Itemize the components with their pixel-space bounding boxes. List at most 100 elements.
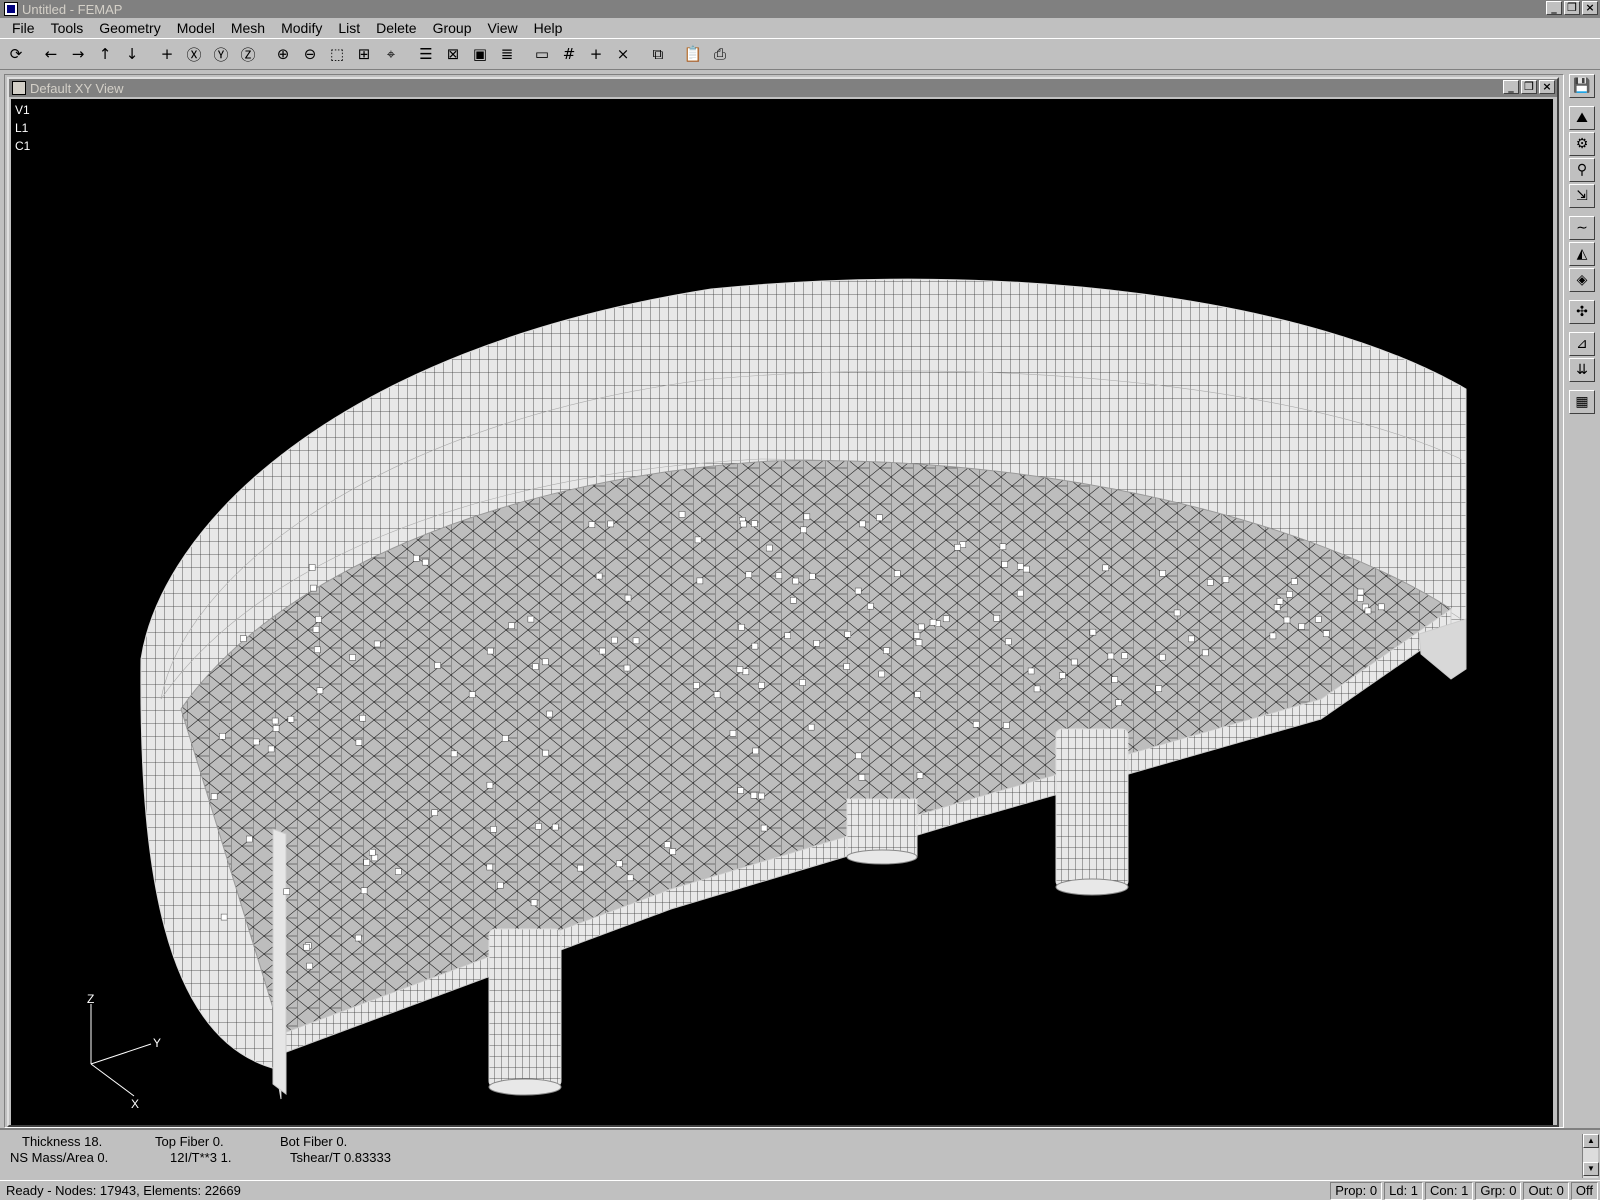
node-marker: [349, 654, 356, 661]
fe-model-render: Z Y X: [87, 278, 1467, 1111]
center-target-icon[interactable]: ⌖: [379, 42, 403, 66]
menu-delete[interactable]: Delete: [368, 20, 424, 36]
function-tool-icon[interactable]: ∼: [1569, 216, 1595, 240]
output-tool-icon[interactable]: ▦: [1569, 390, 1595, 414]
minimize-button[interactable]: _: [1546, 1, 1562, 15]
view-window-icon[interactable]: [12, 81, 26, 95]
hidden-line-icon[interactable]: ⊠: [441, 42, 465, 66]
node-marker: [497, 881, 504, 889]
toolbar-separator: [673, 42, 681, 66]
rotate-y-icon[interactable]: Ⓨ: [209, 42, 233, 66]
save-icon[interactable]: 💾: [1569, 74, 1595, 98]
zoom-out-icon[interactable]: ⊖: [298, 42, 322, 66]
pan-down-icon[interactable]: ↓: [120, 42, 144, 66]
node-marker: [918, 623, 925, 631]
node-marker: [359, 714, 366, 722]
print-icon[interactable]: ⎙: [708, 42, 732, 66]
thickness-value: Thickness 18.: [22, 1134, 103, 1149]
status-constraint[interactable]: Con: 1: [1425, 1181, 1474, 1200]
geometry-tool-icon[interactable]: ⛰: [1569, 106, 1595, 130]
load-tool-icon[interactable]: ⇲: [1569, 184, 1595, 208]
zoom-in-icon[interactable]: ⊕: [271, 42, 295, 66]
menu-list[interactable]: List: [330, 20, 368, 36]
new-view-icon[interactable]: ▭: [530, 42, 554, 66]
view-info-load: L1: [15, 121, 29, 135]
node-marker: [858, 774, 866, 781]
rotate-z-icon[interactable]: Ⓩ: [236, 42, 260, 66]
node-marker: [1005, 638, 1012, 646]
view-title-bar[interactable]: Default XY View _ ❐ ×: [9, 79, 1557, 97]
menu-group[interactable]: Group: [425, 20, 480, 36]
view-close-button[interactable]: ×: [1539, 80, 1555, 94]
node-marker: [210, 793, 218, 800]
node-marker: [1202, 649, 1209, 657]
node-marker: [306, 962, 313, 970]
node-marker: [1207, 579, 1214, 586]
node-marker: [246, 835, 253, 843]
status-load[interactable]: Ld: 1: [1384, 1181, 1424, 1200]
view-info-overlay: V1 L1 C1: [15, 101, 30, 155]
node-marker: [745, 571, 753, 578]
node-marker: [624, 594, 632, 602]
rotate-view-icon[interactable]: ⟳: [4, 42, 28, 66]
layers-icon[interactable]: ≣: [495, 42, 519, 66]
menu-model[interactable]: Model: [169, 20, 223, 36]
femap-app-icon[interactable]: [4, 2, 18, 16]
surface-tool-icon[interactable]: ◭: [1569, 242, 1595, 266]
menu-tools[interactable]: Tools: [43, 20, 92, 36]
zoom-window-icon[interactable]: ⬚: [325, 42, 349, 66]
graphics-canvas[interactable]: Z Y X V1 L1 C1: [11, 99, 1553, 1125]
element-tool-icon[interactable]: ✣: [1569, 300, 1595, 324]
copy-picture-icon[interactable]: ⧉: [646, 42, 670, 66]
pan-right-icon[interactable]: →: [66, 42, 90, 66]
node-marker: [501, 735, 509, 742]
node-marker: [611, 636, 618, 644]
autoscale-icon[interactable]: ⊞: [352, 42, 376, 66]
solid-tool-icon[interactable]: ◈: [1569, 268, 1595, 292]
status-prop[interactable]: Prop: 0: [1330, 1181, 1383, 1200]
scroll-track[interactable]: [1583, 1148, 1598, 1162]
boundary-tool-icon[interactable]: ⇊: [1569, 358, 1595, 382]
node-marker: [843, 663, 850, 670]
close-button[interactable]: ×: [1582, 1, 1598, 15]
menu-modify[interactable]: Modify: [273, 20, 330, 36]
menu-view[interactable]: View: [480, 20, 526, 36]
status-off[interactable]: Off: [1570, 1181, 1598, 1200]
restore-button[interactable]: ❐: [1564, 1, 1580, 15]
node-marker: [267, 745, 275, 753]
node-marker: [1364, 607, 1372, 615]
pan-left-icon[interactable]: ←: [39, 42, 63, 66]
tshear-value: Tshear/T 0.83333: [290, 1150, 391, 1165]
node-marker: [542, 658, 549, 666]
menu-file[interactable]: File: [4, 20, 43, 36]
view-minimize-button[interactable]: _: [1503, 80, 1519, 94]
pan-up-icon[interactable]: ↑: [93, 42, 117, 66]
rotate-x-icon[interactable]: Ⓧ: [182, 42, 206, 66]
scroll-down-icon[interactable]: ▼: [1583, 1162, 1599, 1176]
center-icon[interactable]: +: [155, 42, 179, 66]
node-marker: [632, 637, 640, 645]
view-options-icon[interactable]: ☰: [414, 42, 438, 66]
menu-help[interactable]: Help: [526, 20, 571, 36]
node-marker: [626, 874, 634, 882]
menu-geometry[interactable]: Geometry: [91, 20, 168, 36]
mesh-tool-icon[interactable]: ⚙: [1569, 132, 1595, 156]
workplane-icon[interactable]: +: [584, 42, 608, 66]
property-tool-icon[interactable]: ⊿: [1569, 332, 1595, 356]
toolbar-separator: [638, 42, 646, 66]
node-marker: [678, 511, 686, 518]
grid-icon[interactable]: #: [557, 42, 581, 66]
menu-mesh[interactable]: Mesh: [223, 20, 273, 36]
property-scrollbar[interactable]: ▲ ▼: [1582, 1134, 1599, 1178]
copy-clipboard-icon[interactable]: 📋: [681, 42, 705, 66]
status-group[interactable]: Grp: 0: [1475, 1181, 1522, 1200]
view-window[interactable]: Default XY View _ ❐ × Z Y X V1 L1 C1: [7, 77, 1559, 1127]
view-maximize-button[interactable]: ❐: [1521, 80, 1537, 94]
status-output[interactable]: Out: 0: [1523, 1181, 1569, 1200]
delete-view-icon[interactable]: ×: [611, 42, 635, 66]
solid-view-icon[interactable]: ▣: [468, 42, 492, 66]
node-marker: [314, 646, 321, 654]
scroll-up-icon[interactable]: ▲: [1583, 1134, 1599, 1148]
constraint-tool-icon[interactable]: ⚲: [1569, 158, 1595, 182]
axis-label-z: Z: [87, 992, 94, 1006]
